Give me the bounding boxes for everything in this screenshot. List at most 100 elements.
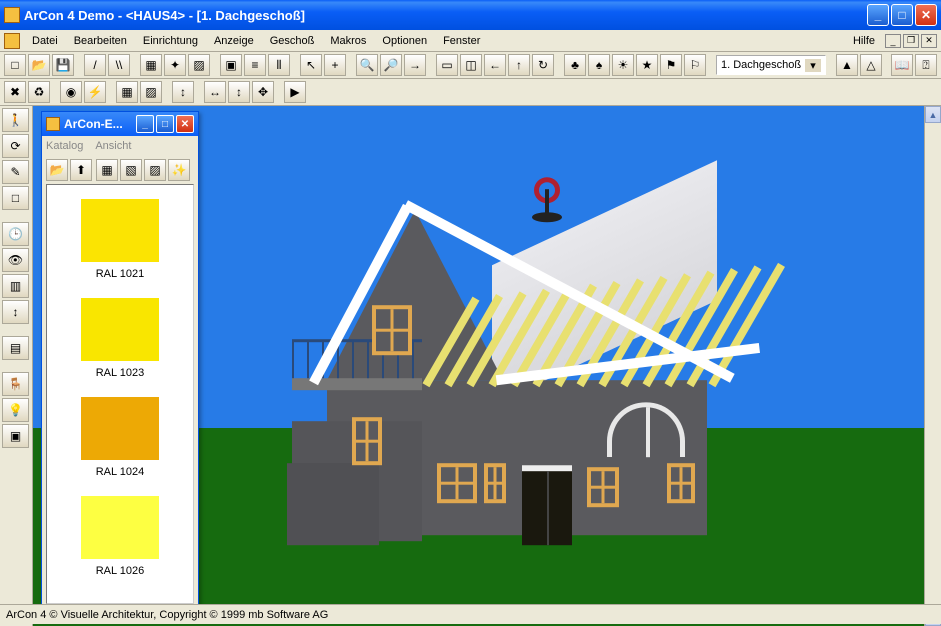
menu-datei[interactable]: Datei [24,33,66,49]
color-swatch[interactable] [81,298,159,361]
window-close-button[interactable]: ✕ [915,4,937,26]
save-icon[interactable]: 💾 [52,54,74,76]
mdi-restore-button[interactable]: ❐ [903,34,919,48]
object-icon[interactable]: ▣ [2,424,29,448]
panel-app-icon [46,117,60,131]
scrollbar-up-button[interactable]: ▲ [925,106,941,123]
grid2-icon[interactable]: ▨ [140,81,162,103]
window-maximize-button[interactable]: □ [891,4,913,26]
statusbar: ArCon 4 © Visuelle Architektur, Copyrigh… [0,604,941,624]
menu-help[interactable]: Hilfe [845,33,883,49]
sparkle-icon[interactable]: ✦ [164,54,186,76]
roof2-icon[interactable]: △ [860,54,882,76]
panel-menu-katalog[interactable]: Katalog [46,140,83,152]
sun-icon[interactable]: ☀ [612,54,634,76]
panel-maximize-button[interactable]: □ [156,115,174,133]
book-icon[interactable]: 📖 [891,54,913,76]
window-gable [372,305,412,355]
grid-icon[interactable]: ▦ [140,54,162,76]
unknown-icon[interactable]: □ [2,186,29,210]
flag-icon[interactable]: ⚑ [660,54,682,76]
rect-icon[interactable]: ▭ [436,54,458,76]
rotate3d-icon[interactable]: ⟳ [2,134,29,158]
rotate-icon[interactable]: ↻ [532,54,554,76]
hstripe-icon[interactable]: ≡ [244,54,266,76]
pencil-icon[interactable]: ✎ [2,160,29,184]
menu-fenster[interactable]: Fenster [435,33,488,49]
varr-icon[interactable]: ↕ [228,81,250,103]
open-icon[interactable]: 📂 [46,159,68,181]
viewport-scrollbar-vertical[interactable]: ▲ ▼ [924,106,941,626]
tree2-icon[interactable]: ♠ [588,54,610,76]
color-swatch[interactable] [81,397,159,460]
panel-titlebar[interactable]: ArCon-E... _ □ ✕ [42,112,198,136]
up-icon[interactable]: ⬆ [70,159,92,181]
window [667,463,695,503]
zoom-icon[interactable]: 🔍 [356,54,378,76]
line2-icon[interactable]: \\ [108,54,130,76]
cursor-icon[interactable]: ↖ [300,54,322,76]
clock-icon[interactable]: 🕒 [2,222,29,246]
refresh-icon[interactable]: ♻ [28,81,50,103]
panel-menubar: Katalog Ansicht [42,136,198,156]
chair-icon[interactable]: 🪑 [2,372,29,396]
star-icon[interactable]: ★ [636,54,658,76]
zoomout-icon[interactable]: 🔎 [380,54,402,76]
menu-anzeige[interactable]: Anzeige [206,33,262,49]
viewport-3d[interactable]: for(let i=0;i<9;i++)document.write('<div… [33,106,941,626]
energy-icon[interactable]: ⚡ [84,81,106,103]
new-icon[interactable]: □ [4,54,26,76]
color-swatch[interactable] [81,496,159,559]
play-icon[interactable]: ▶ [284,81,306,103]
mdi-close-button[interactable]: ✕ [921,34,937,48]
panel-minimize-button[interactable]: _ [136,115,154,133]
harr-icon[interactable]: ↔ [204,81,226,103]
lamp-icon[interactable]: 💡 [2,398,29,422]
walk-icon[interactable]: 🚶 [2,108,29,132]
blocks-icon[interactable]: ▤ [2,336,29,360]
chart-icon[interactable]: ▥ [2,274,29,298]
swatch-icon[interactable]: ▦ [116,81,138,103]
thumb2-icon[interactable]: ▧ [120,159,142,181]
wand-icon[interactable]: ✨ [168,159,190,181]
thumb1-icon[interactable]: ▦ [96,159,118,181]
height-icon[interactable]: ↕ [2,300,29,324]
tree1-icon[interactable]: ♣ [564,54,586,76]
block-icon[interactable]: ▣ [220,54,242,76]
color-swatch[interactable] [81,199,159,262]
menu-bearbeiten[interactable]: Bearbeiten [66,33,135,49]
arrow-u-icon[interactable]: ↑ [508,54,530,76]
roof1-icon[interactable]: ▲ [836,54,858,76]
menu-geschoß[interactable]: Geschoß [262,33,323,49]
floor-dropdown[interactable]: 1. Dachgeschoß▾ [716,55,826,75]
expand-icon[interactable]: ✥ [252,81,274,103]
panel-menu-ansicht[interactable]: Ansicht [95,140,131,152]
plus-icon[interactable]: + [324,54,346,76]
menu-optionen[interactable]: Optionen [374,33,435,49]
window-title: ArCon 4 Demo - <HAUS4> - [1. Dachgeschoß… [24,8,867,23]
arrow-l-icon[interactable]: ← [484,54,506,76]
flag2-icon[interactable]: ⚐ [684,54,706,76]
stop-icon[interactable]: ✖ [4,81,26,103]
arrow-r[interactable]: → [404,54,426,76]
toolbar-secondary: ✖♻◉⚡▦▨↕↔↕✥▶ [0,79,941,106]
sidebar-tools: 🚶⟳✎□ 🕒👁▥↕ ▤ 🪑💡▣ [0,106,33,626]
panel-catalog-list[interactable]: RAL 1021RAL 1023RAL 1024RAL 1026 [46,184,194,604]
menu-einrichtung[interactable]: Einrichtung [135,33,206,49]
roll-icon[interactable]: ↕ [172,81,194,103]
window [352,417,382,465]
window-minimize-button[interactable]: _ [867,4,889,26]
checker-icon[interactable]: ▨ [188,54,210,76]
whatsthis-icon[interactable]: ⍰ [915,54,937,76]
open-icon[interactable]: 📂 [28,54,50,76]
vstripe-icon[interactable]: ⦀ [268,54,290,76]
panel-close-button[interactable]: ✕ [176,115,194,133]
line-icon[interactable]: / [84,54,106,76]
mdi-minimize-button[interactable]: _ [885,34,901,48]
menu-makros[interactable]: Makros [322,33,374,49]
split-icon[interactable]: ◫ [460,54,482,76]
thumb3-icon[interactable]: ▨ [144,159,166,181]
catalog-panel[interactable]: ArCon-E... _ □ ✕ Katalog Ansicht 📂⬆▦▧▨✨ R… [41,111,199,611]
eye-icon[interactable]: 👁 [2,248,29,272]
cam-icon[interactable]: ◉ [60,81,82,103]
